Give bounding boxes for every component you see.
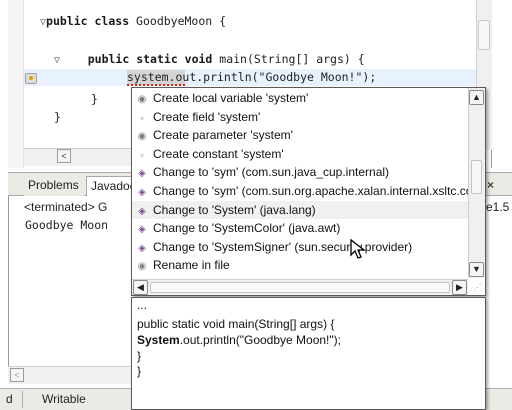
change-icon: ◈ [138,205,146,217]
status-left: d [6,392,13,406]
quick-fix-hscroll-thumb[interactable] [150,282,450,293]
quick-fix-item[interactable]: ◈ Change to 'SystemColor' (java.awt) [132,219,469,237]
preview-line: } [137,349,142,363]
status-writable: Writable [42,392,86,406]
tab-javadoc[interactable]: Javadoc [86,176,134,196]
quick-fix-item[interactable]: ◉ Create local variable 'system' [132,89,469,107]
scroll-left-button[interactable]: < [10,368,24,382]
quick-fix-item-label: Change to 'sym' (com.sun.org.apache.xala… [153,184,469,198]
quick-fix-item[interactable]: ◉ Create parameter 'system' [132,126,469,144]
quick-fix-item[interactable]: ◈ Change to 'sym' (com.sun.java_cup.inter… [132,163,469,181]
local-variable-icon: ◉ [137,94,147,105]
scroll-right-icon[interactable]: ▶ [452,280,467,295]
quick-fix-item[interactable]: ◉ Rename in file [132,256,469,274]
scroll-down-icon[interactable]: ▼ [469,262,484,277]
quick-fix-item-label: Change to 'System' (java.lang) [153,202,316,217]
close-icon[interactable]: × [487,176,507,196]
change-icon: ◈ [138,187,146,198]
scroll-left-button[interactable]: < [57,149,71,163]
scroll-up-icon[interactable]: ▲ [469,90,484,105]
console-status-right: e1.5 [486,200,510,214]
quick-fix-item[interactable]: ◈ Change to 'SystemSigner' (sun.security.… [132,238,469,256]
quick-fix-item-label: Create field 'system' [153,109,261,124]
change-icon: ◈ [138,224,146,236]
scroll-left-icon[interactable]: ◀ [133,280,148,295]
quick-fix-item[interactable]: ◈ Change to 'sym' (com.sun.org.apache.xal… [132,182,469,200]
quick-fix-item[interactable]: ◈ Change to 'System' (java.lang) [132,200,469,219]
preview-line: } [137,364,142,378]
code-line-close-class: } [54,110,61,124]
quick-fix-preview [131,297,486,410]
quick-fix-bulb-icon[interactable] [25,73,37,84]
quick-fix-popup[interactable]: ◉ Create local variable 'system' ▫ Create f… [131,87,486,296]
tab-problems[interactable]: Problems [24,176,84,196]
preview-line: ... [137,298,148,312]
console-horizontal-scrollbar[interactable] [8,366,132,384]
code-line-println: system.out.println("Goodbye Moon!"); [127,70,377,84]
quick-fix-scroll-thumb[interactable] [471,160,482,194]
quick-fix-item-label: Create constant 'system' [153,146,284,161]
editor-scroll-thumb[interactable] [478,20,490,50]
quick-fix-item-label: Change to 'sym' (com.sun.java_cup.intern… [153,165,390,180]
editor-ruler [8,0,24,168]
change-icon: ◈ [138,242,146,254]
parameter-icon: ◉ [137,131,147,143]
quick-fix-item[interactable]: ▫ Create constant 'system' [132,145,469,163]
quick-fix-item-label: Change to 'SystemColor' (java.awt) [153,221,341,236]
mouse-cursor-icon [350,238,366,259]
code-line-class: ▽public class GoodbyeMoon { [40,14,227,28]
error-token[interactable]: system [127,70,169,84]
quick-fix-item-label: Change to 'SystemSigner' (sun.security.p… [153,239,413,254]
preview-line: public static void main(String[] args) { [137,317,335,331]
quick-fix-item-label: Create parameter 'system' [153,128,293,143]
change-icon: ◈ [138,168,146,180]
status-separator [22,391,23,408]
code-line-close-method: } [91,92,98,106]
quick-fix-item[interactable]: ▫ Create field 'system' [132,108,469,126]
console-status: <terminated> G [24,200,108,214]
console-output: Goodbye Moon [25,218,109,232]
rename-icon: ◉ [137,261,147,273]
quick-fix-item-label: Create local variable 'system' [153,91,309,105]
constant-icon: ▫ [140,149,144,160]
quick-fix-item-label: Rename in file [153,258,230,273]
resize-grip-icon[interactable]: ⋰ [470,280,485,295]
preview-line: System.out.println("Goodbye Moon!"); [137,333,341,347]
field-icon: ▫ [140,112,144,123]
code-line-main: ▽ public static void main(String[] args)… [54,52,365,66]
